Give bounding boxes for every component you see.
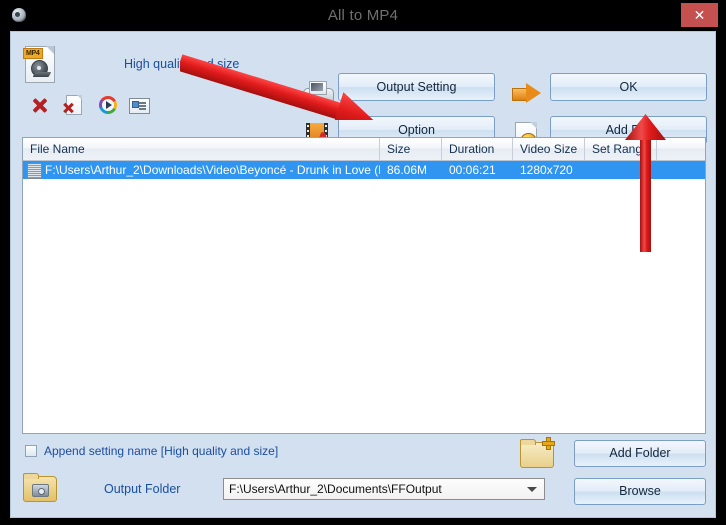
append-setting-name-checkbox-box[interactable]	[25, 445, 37, 457]
video-file-icon	[27, 163, 42, 179]
chevron-down-icon[interactable]	[527, 487, 537, 492]
column-header-set-range[interactable]: Set Range	[585, 138, 657, 160]
tool-icon-bar	[25, 93, 155, 121]
output-folder-label: Output Folder	[104, 482, 181, 496]
clear-list-icon[interactable]	[62, 93, 84, 117]
application-window: All to MP4 ✕ MP4 High quality and size O…	[0, 0, 726, 525]
cell-video-size: 1280x720	[520, 163, 573, 177]
append-setting-name-checkbox[interactable]: Append setting name [High quality and si…	[25, 444, 278, 458]
title-bar: All to MP4 ✕	[0, 0, 726, 31]
output-folder-icon[interactable]	[23, 473, 57, 502]
orange-arrow-icon	[512, 78, 542, 108]
mp4-format-icon: MP4	[22, 44, 58, 84]
append-setting-name-label: Append setting name [High quality and si…	[44, 444, 279, 458]
properties-icon[interactable]	[128, 93, 150, 117]
file-list[interactable]: File Name Size Duration Video Size Set R…	[22, 137, 706, 434]
delete-file-icon[interactable]	[29, 93, 51, 117]
output-folder-value: F:\Users\Arthur_2\Documents\FFOutput	[229, 482, 442, 496]
ok-button[interactable]: OK	[550, 73, 707, 101]
output-folder-combobox[interactable]: F:\Users\Arthur_2\Documents\FFOutput	[223, 478, 545, 500]
output-setting-button[interactable]: Output Setting	[338, 73, 495, 101]
column-header-duration[interactable]: Duration	[442, 138, 513, 160]
cell-size: 86.06M	[387, 163, 428, 177]
window-title: All to MP4	[327, 7, 399, 24]
preview-icon[interactable]	[97, 93, 119, 117]
close-button[interactable]: ✕	[681, 3, 718, 27]
quality-preset-label: High quality and size	[124, 57, 240, 71]
cell-file-name-text: F:\Users\Arthur_2\Downloads\Video\Beyonc…	[45, 163, 380, 177]
column-header-video-size[interactable]: Video Size	[513, 138, 585, 160]
cell-duration: 00:06:21	[449, 163, 496, 177]
file-list-header: File Name Size Duration Video Size Set R…	[23, 138, 705, 161]
mp4-format-icon-label: MP4	[23, 48, 43, 59]
column-header-file-name[interactable]: File Name	[23, 138, 380, 160]
column-header-size[interactable]: Size	[380, 138, 442, 160]
add-folder-icon	[520, 437, 555, 468]
cell-file-name: F:\Users\Arthur_2\Downloads\Video\Beyonc…	[23, 161, 380, 179]
printer-icon	[303, 78, 334, 108]
column-header-spacer[interactable]	[657, 138, 705, 160]
add-folder-button[interactable]: Add Folder	[574, 440, 706, 467]
browse-button[interactable]: Browse	[574, 478, 706, 505]
client-area: MP4 High quality and size Output Setting…	[10, 31, 716, 518]
table-row[interactable]: F:\Users\Arthur_2\Downloads\Video\Beyonc…	[23, 161, 705, 179]
